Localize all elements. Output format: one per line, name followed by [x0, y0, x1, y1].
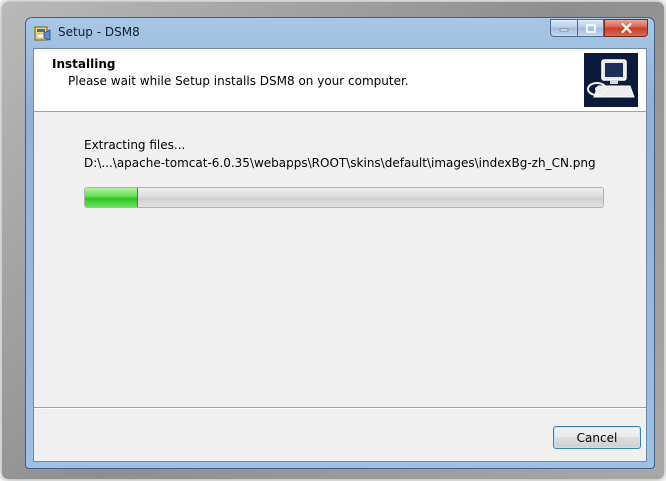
- maximize-icon: [585, 23, 596, 33]
- close-icon: [620, 23, 632, 33]
- window-title: Setup - DSM8: [58, 25, 140, 39]
- maximize-button[interactable]: [577, 19, 604, 37]
- current-file-path: D:\...\apache-tomcat-6.0.35\webapps\ROOT…: [84, 156, 596, 170]
- computer-installer-icon: [584, 53, 638, 107]
- progress-fill: [85, 188, 138, 207]
- title-bar[interactable]: Setup - DSM8: [26, 18, 654, 48]
- wizard-header: Installing Please wait while Setup insta…: [34, 49, 646, 112]
- page-subtitle: Please wait while Setup installs DSM8 on…: [68, 74, 409, 88]
- wizard-client-area: Installing Please wait while Setup insta…: [33, 48, 647, 462]
- setup-installer-icon: [34, 25, 51, 42]
- install-progress-bar: [84, 187, 604, 208]
- status-label: Extracting files...: [84, 138, 186, 152]
- footer-divider: [34, 407, 646, 409]
- minimize-button[interactable]: [550, 19, 577, 37]
- close-button[interactable]: [604, 19, 648, 37]
- cancel-button[interactable]: Cancel: [553, 426, 641, 449]
- setup-window: Setup - DSM8 Installing Please wait whil…: [25, 17, 655, 469]
- page-title: Installing: [52, 57, 116, 71]
- minimize-icon: [559, 28, 569, 32]
- caption-buttons: [550, 19, 648, 38]
